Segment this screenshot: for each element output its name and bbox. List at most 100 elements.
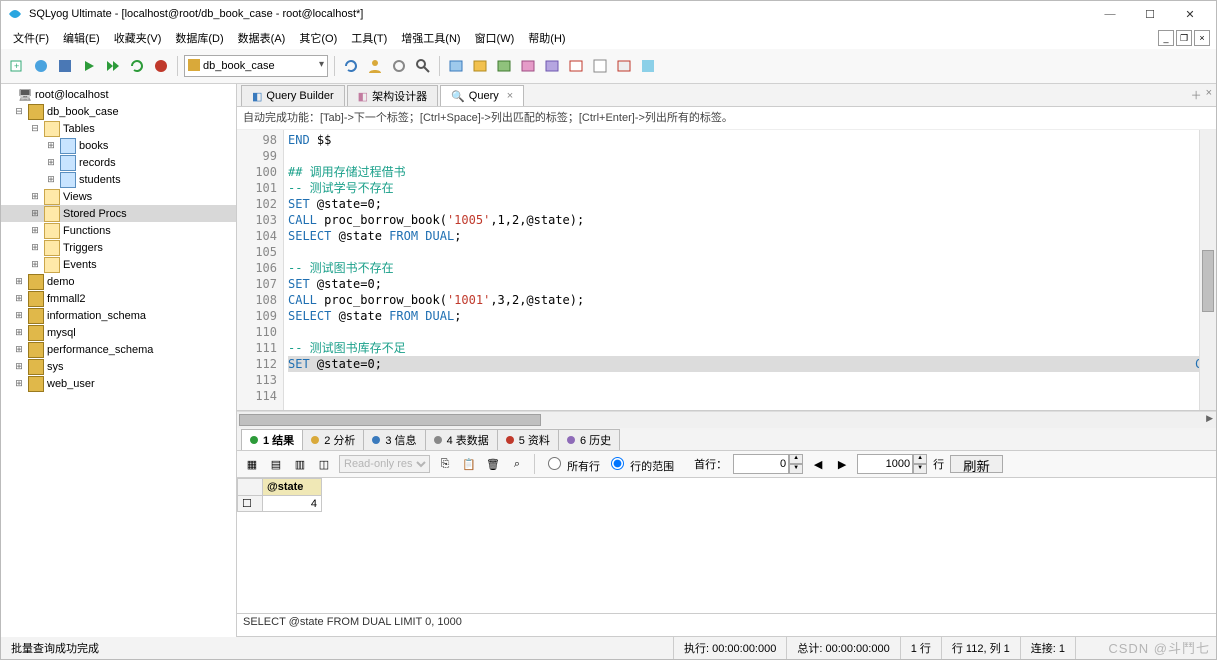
menu-help[interactable]: 帮助(H)	[522, 28, 571, 48]
tree-sys[interactable]: sys	[47, 361, 64, 373]
database-selector[interactable]: db_book_case	[184, 55, 328, 77]
spin-up-icon[interactable]: ▲	[789, 454, 803, 464]
menu-database[interactable]: 数据库(D)	[169, 28, 229, 48]
result-grid[interactable]: @state ☐4	[237, 478, 1216, 614]
tab-info[interactable]: 3 信息	[363, 429, 425, 450]
row-count-input[interactable]	[857, 454, 913, 474]
menu-other[interactable]: 其它(O)	[293, 28, 343, 48]
new-connection-icon[interactable]: +	[7, 56, 27, 76]
form-view-icon[interactable]: ▤	[267, 455, 285, 473]
close-button[interactable]: ✕	[1170, 3, 1210, 25]
mdi-minimize-button[interactable]: _	[1158, 30, 1174, 46]
vertical-scrollbar[interactable]	[1199, 130, 1216, 410]
menu-tools[interactable]: 工具(T)	[345, 28, 393, 48]
column-header[interactable]: @state	[263, 479, 322, 496]
refresh-button[interactable]: 刷新	[950, 455, 1003, 473]
row-header[interactable]: ☐	[238, 496, 263, 512]
tab-query-builder[interactable]: ◧Query Builder	[241, 85, 345, 106]
text-view-icon[interactable]: ▥	[291, 455, 309, 473]
refresh2-icon[interactable]	[341, 56, 361, 76]
tree-db-book-case[interactable]: db_book_case	[47, 106, 119, 118]
tab-analyze[interactable]: 2 分析	[302, 429, 364, 450]
readonly-select[interactable]: Read-only res	[339, 455, 430, 473]
tree-fmmall2[interactable]: fmmall2	[47, 293, 86, 305]
tree-information-schema[interactable]: information_schema	[47, 310, 146, 322]
tree-tables[interactable]: Tables	[63, 123, 95, 135]
tree-performance-schema[interactable]: performance_schema	[47, 344, 153, 356]
menu-advanced[interactable]: 增强工具(N)	[395, 28, 466, 48]
sql-editor[interactable]: END $$ ## 调用存储过程借书-- 测试学号不存在SET @state=0…	[284, 130, 1199, 410]
query-tabs: ◧Query Builder ◧架构设计器 🔍Query× ＋×	[237, 84, 1216, 107]
tree-records[interactable]: records	[79, 157, 116, 169]
save-icon[interactable]	[55, 56, 75, 76]
maximize-button[interactable]: ☐	[1130, 3, 1170, 25]
table-icon[interactable]	[446, 56, 466, 76]
tree-triggers[interactable]: Triggers	[63, 242, 103, 254]
mdi-restore-button[interactable]: ❐	[1176, 30, 1192, 46]
minimize-button[interactable]: —	[1090, 3, 1130, 25]
tree-functions[interactable]: Functions	[63, 225, 111, 237]
refresh-icon[interactable]	[127, 56, 147, 76]
menu-file[interactable]: 文件(F)	[7, 28, 55, 48]
tree-books[interactable]: books	[79, 140, 108, 152]
calendar-icon[interactable]	[614, 56, 634, 76]
new-query-icon[interactable]	[31, 56, 51, 76]
object-browser[interactable]: 🖥root@localhost ⊟db_book_case ⊟Tables ⊞b…	[1, 84, 237, 637]
find-icon[interactable]	[413, 56, 433, 76]
execute-icon[interactable]	[79, 56, 99, 76]
first-row-input[interactable]	[733, 454, 789, 474]
settings-icon[interactable]	[389, 56, 409, 76]
user-icon[interactable]	[365, 56, 385, 76]
menu-table[interactable]: 数据表(A)	[232, 28, 292, 48]
import-icon[interactable]	[494, 56, 514, 76]
tree-web-user[interactable]: web_user	[47, 378, 95, 390]
prev-page-icon[interactable]: ◀	[809, 455, 827, 473]
export-result-icon[interactable]: ⎘	[436, 455, 454, 473]
execute-all-icon[interactable]	[103, 56, 123, 76]
schedule-icon[interactable]	[566, 56, 586, 76]
tree-stored-procs[interactable]: Stored Procs	[63, 208, 127, 220]
radio-row-range[interactable]: 行的范围	[606, 454, 674, 474]
expand-icon[interactable]: ⊟	[13, 106, 25, 117]
tab-close-icon[interactable]: ×	[507, 90, 513, 102]
mdi-close-button[interactable]: ×	[1194, 30, 1210, 46]
delete-row-icon[interactable]: 🗑	[484, 455, 502, 473]
tab-query[interactable]: 🔍Query×	[440, 85, 524, 106]
next-page-icon[interactable]: ▶	[833, 455, 851, 473]
filter-icon[interactable]: ⌕	[508, 455, 526, 473]
tab-schema-designer[interactable]: ◧架构设计器	[347, 85, 438, 106]
radio-all-rows[interactable]: 所有行	[543, 454, 600, 474]
database-icon	[28, 376, 44, 392]
horizontal-scrollbar[interactable]	[237, 411, 1216, 428]
menu-edit[interactable]: 编辑(E)	[57, 28, 106, 48]
backup-icon[interactable]	[518, 56, 538, 76]
tree-demo[interactable]: demo	[47, 276, 75, 288]
tab-history[interactable]: 6 历史	[558, 429, 620, 450]
tab-doc[interactable]: 5 资料	[497, 429, 559, 450]
export-icon[interactable]	[470, 56, 490, 76]
tab-tabledata[interactable]: 4 表数据	[425, 429, 498, 450]
tree-host[interactable]: root@localhost	[35, 89, 109, 101]
tree-events[interactable]: Events	[63, 259, 97, 271]
stop-icon[interactable]	[151, 56, 171, 76]
database-icon	[28, 342, 44, 358]
tree-mysql[interactable]: mysql	[47, 327, 76, 339]
tab-result[interactable]: 1 结果	[241, 429, 303, 450]
tree-students[interactable]: students	[79, 174, 121, 186]
report-icon[interactable]	[590, 56, 610, 76]
database-icon	[28, 291, 44, 307]
spin-down-icon[interactable]: ▼	[913, 464, 927, 474]
spin-up-icon[interactable]: ▲	[913, 454, 927, 464]
copy-result-icon[interactable]: 📋	[460, 455, 478, 473]
menu-favorites[interactable]: 收藏夹(V)	[108, 28, 168, 48]
new-tab-icon[interactable]: ＋	[1191, 87, 1202, 103]
grid-view-icon[interactable]: ▦	[243, 455, 261, 473]
close-all-icon[interactable]: ×	[1206, 87, 1212, 103]
format-icon[interactable]	[638, 56, 658, 76]
spin-down-icon[interactable]: ▼	[789, 464, 803, 474]
menu-window[interactable]: 窗口(W)	[469, 28, 521, 48]
chart-view-icon[interactable]: ◫	[315, 455, 333, 473]
tree-views[interactable]: Views	[63, 191, 92, 203]
sync-icon[interactable]	[542, 56, 562, 76]
cell-value[interactable]: 4	[263, 496, 322, 512]
